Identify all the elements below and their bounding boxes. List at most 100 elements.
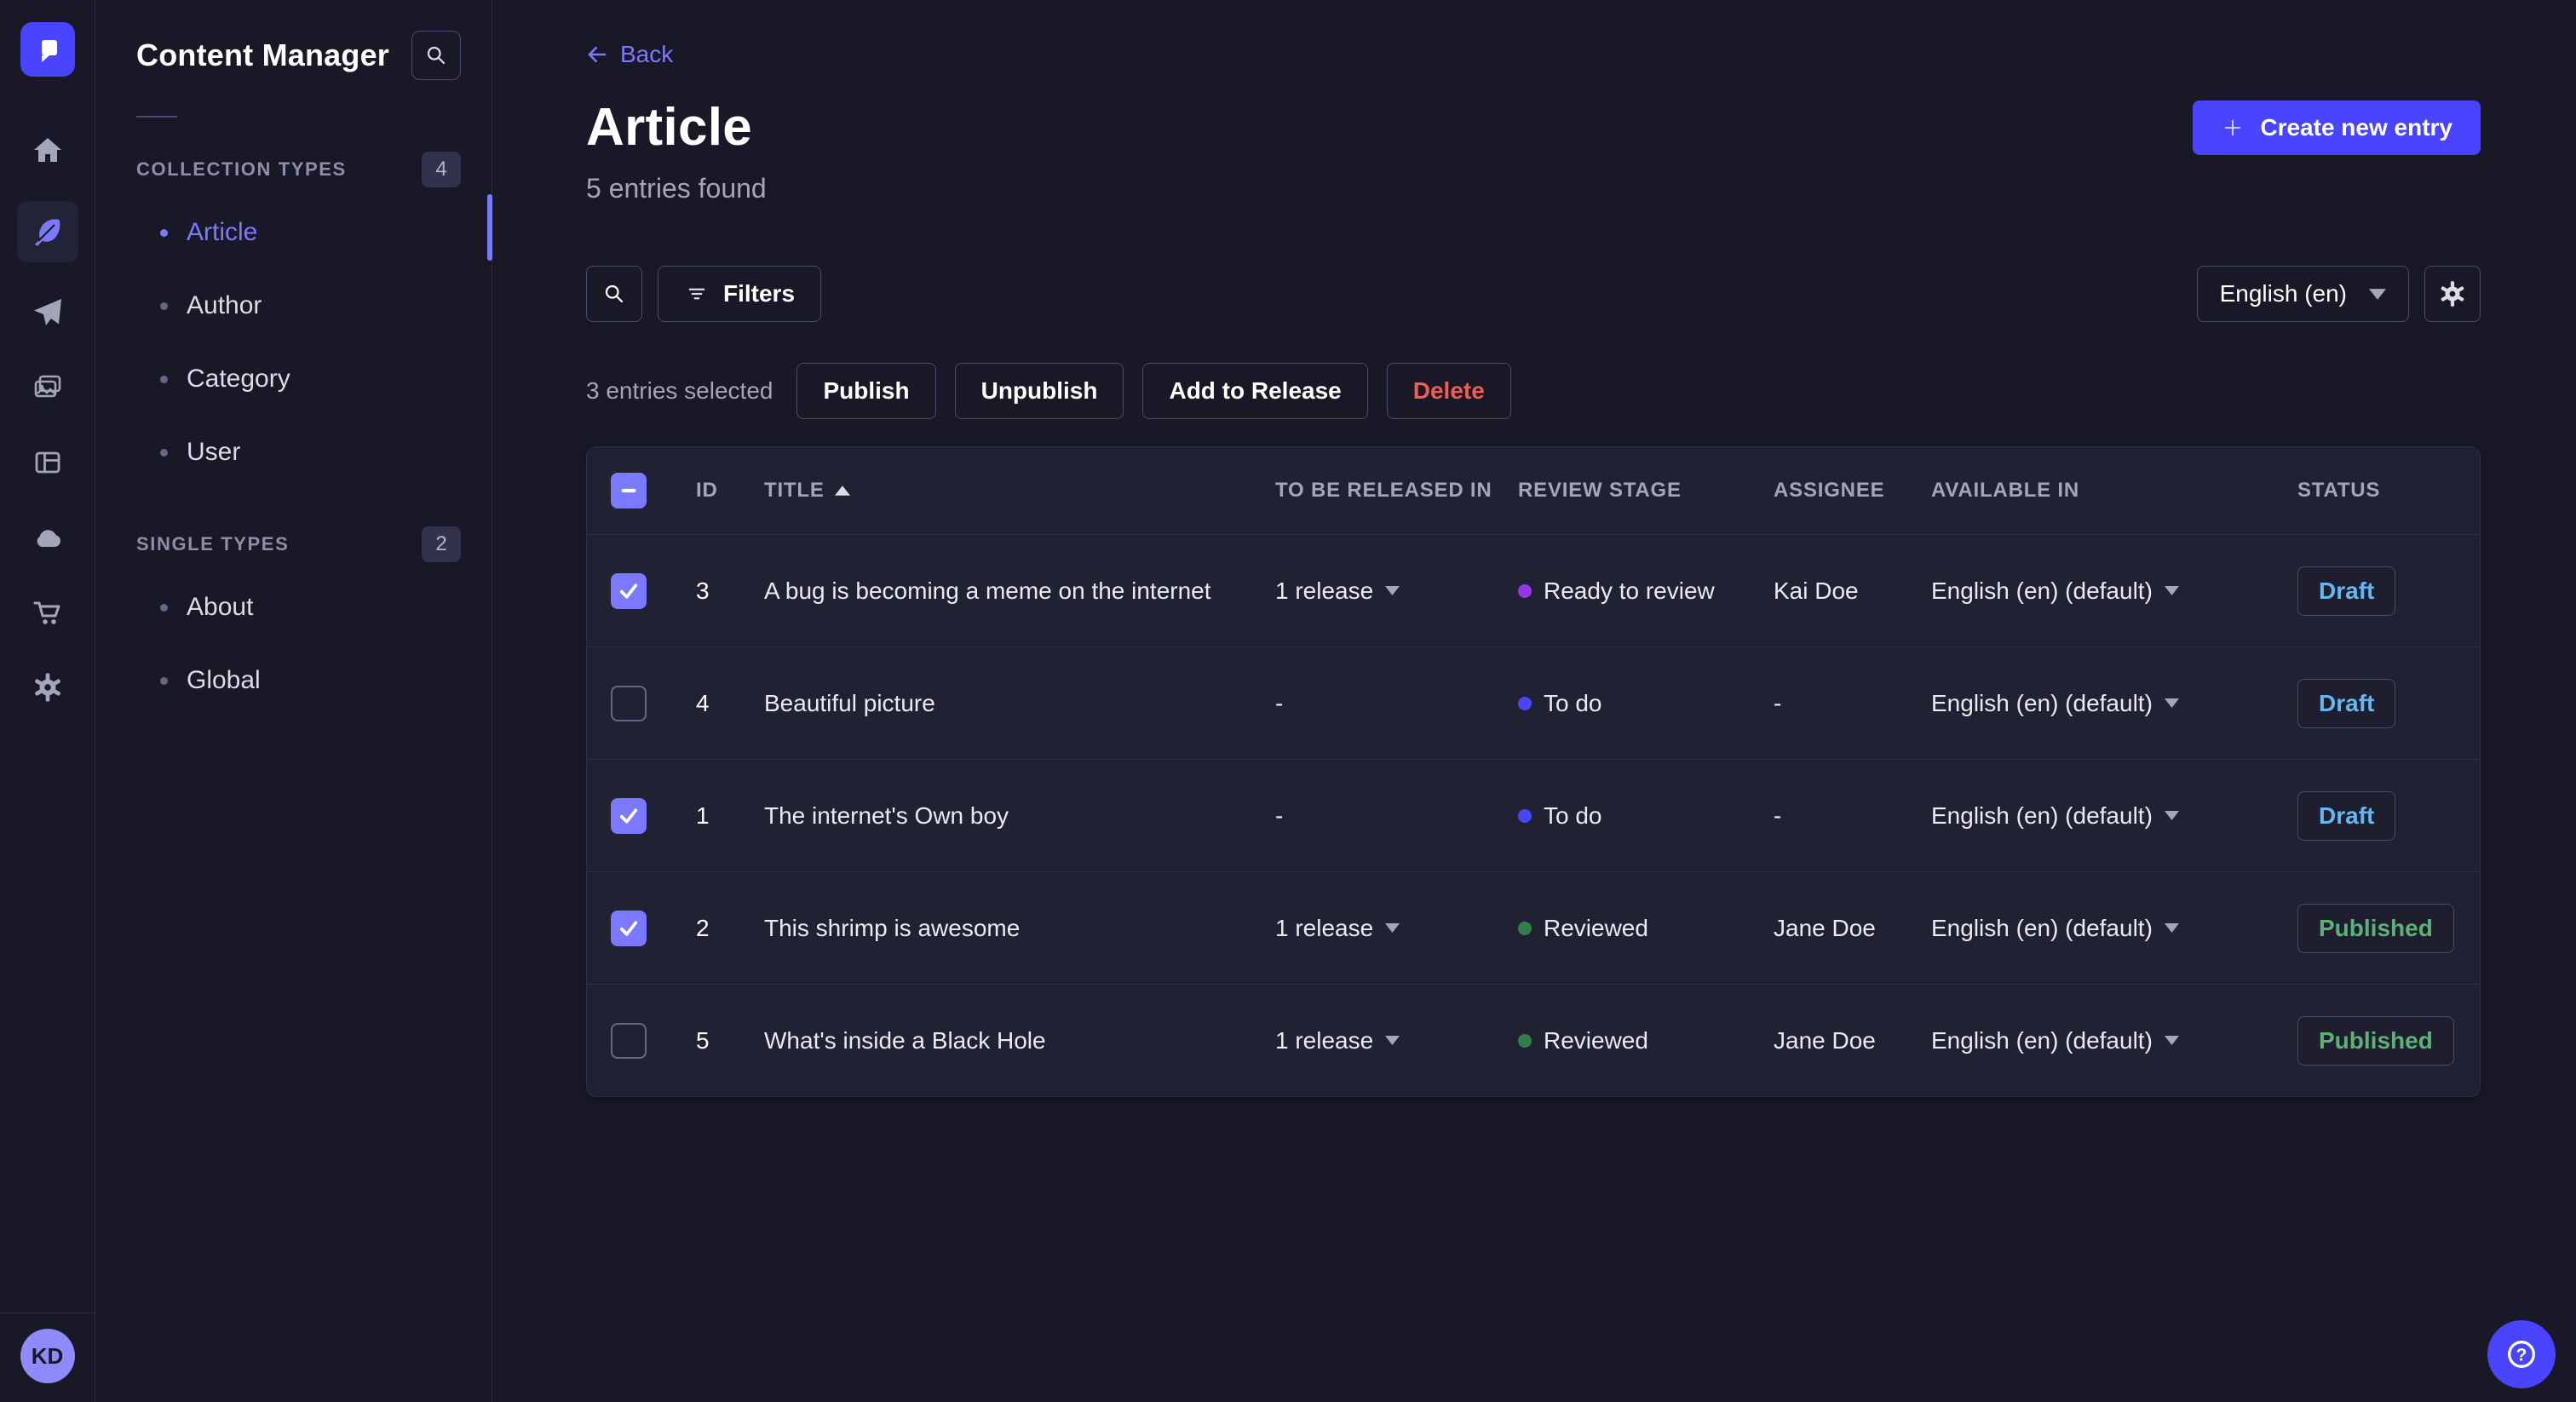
cell-review-stage: Reviewed [1518, 1027, 1774, 1054]
sort-asc-icon [835, 486, 850, 496]
cell-title: What's inside a Black Hole [764, 1026, 1046, 1054]
cell-available-in[interactable]: English (en) (default) [1931, 690, 2297, 717]
main-nav-rail: KD [0, 0, 95, 1402]
media-library-icon[interactable] [17, 363, 78, 412]
view-settings-button[interactable] [2424, 266, 2481, 322]
cell-title: This shrimp is awesome [764, 914, 1021, 941]
chevron-down-icon [2165, 1036, 2179, 1045]
cell-release[interactable]: 1 release [1275, 1027, 1518, 1054]
table-row[interactable]: 5 What's inside a Black Hole 1 release R… [587, 984, 2480, 1096]
marketplace-cart-icon[interactable] [17, 588, 78, 637]
sidebar-item-category[interactable]: Category [136, 342, 461, 416]
rail-nav [16, 126, 78, 712]
search-entries-button[interactable] [586, 266, 642, 322]
cell-review-stage: Ready to review [1518, 577, 1774, 605]
cell-review-stage: Reviewed [1518, 915, 1774, 942]
row-checkbox[interactable] [611, 910, 647, 946]
cell-available-in[interactable]: English (en) (default) [1931, 915, 2297, 942]
stage-dot [1518, 583, 1532, 598]
minus-icon [614, 476, 643, 505]
locale-select[interactable]: English (en) [2196, 266, 2409, 322]
question-icon [2503, 1336, 2540, 1373]
plus-icon [2221, 116, 2245, 140]
chevron-down-icon [1385, 586, 1400, 595]
content-type-builder-icon[interactable] [17, 438, 78, 487]
delete-button[interactable]: Delete [1386, 363, 1511, 419]
content-manager-sidebar: Content Manager COLLECTION TYPES 4 Artic… [95, 0, 492, 1402]
bullet-icon [160, 448, 168, 457]
table-row[interactable]: 3 A bug is becoming a meme on the intern… [587, 534, 2480, 646]
table-row[interactable]: 1 The internet's Own boy - To do - Engli… [587, 759, 2480, 871]
cell-id: 1 [696, 802, 710, 829]
sidebar-item-global[interactable]: Global [136, 644, 461, 717]
publish-button[interactable]: Publish [796, 363, 936, 419]
check-icon [616, 803, 641, 829]
column-header-assignee[interactable]: ASSIGNEE [1774, 479, 1931, 503]
cell-review-stage: To do [1518, 802, 1774, 830]
chevron-down-icon [1385, 1036, 1400, 1045]
single-types-list: About Global [136, 571, 461, 717]
gear-icon [2438, 279, 2467, 308]
sidebar-item-article[interactable]: Article [136, 196, 461, 269]
chevron-down-icon [2369, 289, 2386, 300]
status-badge: Draft [2297, 678, 2396, 728]
check-icon [616, 578, 641, 604]
cell-available-in[interactable]: English (en) (default) [1931, 1027, 2297, 1054]
sidebar-divider [136, 116, 177, 118]
check-icon [616, 916, 641, 941]
back-link[interactable]: Back [586, 41, 673, 68]
content-manager-icon[interactable] [16, 201, 78, 262]
column-header-available[interactable]: AVAILABLE IN [1931, 479, 2297, 503]
column-header-stage[interactable]: REVIEW STAGE [1518, 479, 1774, 503]
stage-dot [1518, 696, 1532, 710]
settings-gear-icon[interactable] [17, 663, 78, 712]
collection-types-list: Article Author Category User [136, 196, 461, 489]
cell-available-in[interactable]: English (en) (default) [1931, 802, 2297, 830]
add-to-release-button[interactable]: Add to Release [1142, 363, 1368, 419]
home-icon[interactable] [17, 126, 78, 175]
table-row[interactable]: 2 This shrimp is awesome 1 release Revie… [587, 871, 2480, 984]
bullet-icon [160, 375, 168, 383]
cell-release[interactable]: 1 release [1275, 577, 1518, 605]
cell-id: 2 [696, 914, 710, 941]
row-checkbox[interactable] [611, 1022, 647, 1059]
stage-dot [1518, 1033, 1532, 1048]
stage-dot [1518, 808, 1532, 823]
column-header-id[interactable]: ID [696, 479, 764, 503]
row-checkbox[interactable] [611, 797, 647, 834]
unpublish-button[interactable]: Unpublish [954, 363, 1124, 419]
table-row[interactable]: 4 Beautiful picture - To do - English (e… [587, 646, 2480, 759]
column-header-status[interactable]: STATUS [2297, 479, 2480, 503]
bullet-icon [160, 676, 168, 685]
cell-release[interactable]: 1 release [1275, 915, 1518, 942]
chevron-down-icon [2165, 923, 2179, 933]
row-checkbox[interactable] [611, 685, 647, 721]
select-all-checkbox[interactable] [611, 473, 647, 509]
cell-title: A bug is becoming a meme on the internet [764, 577, 1211, 604]
sidebar-item-author[interactable]: Author [136, 269, 461, 342]
row-checkbox[interactable] [611, 572, 647, 609]
sidebar-item-about[interactable]: About [136, 571, 461, 644]
selection-count-text: 3 entries selected [586, 377, 773, 404]
create-new-entry-button[interactable]: Create new entry [2193, 101, 2481, 155]
cell-assignee: Kai Doe [1774, 577, 1859, 604]
cell-available-in[interactable]: English (en) (default) [1931, 577, 2297, 605]
deploy-cloud-icon[interactable] [17, 513, 78, 562]
chevron-down-icon [2165, 698, 2179, 708]
sidebar-item-user[interactable]: User [136, 416, 461, 489]
cell-id: 4 [696, 689, 710, 716]
filters-button[interactable]: Filters [658, 266, 822, 322]
column-header-title[interactable]: TITLE [764, 479, 1275, 503]
sidebar-search-button[interactable] [411, 31, 461, 80]
filter-icon [684, 281, 710, 307]
cell-assignee: Jane Doe [1774, 914, 1876, 941]
cell-review-stage: To do [1518, 690, 1774, 717]
chevron-down-icon [2165, 811, 2179, 820]
help-button[interactable] [2487, 1320, 2556, 1388]
column-header-release[interactable]: TO BE RELEASED IN [1275, 479, 1518, 503]
releases-icon[interactable] [17, 288, 78, 337]
cell-release: - [1275, 802, 1284, 829]
status-badge: Published [2297, 1015, 2454, 1066]
strapi-logo[interactable] [20, 22, 75, 77]
user-avatar[interactable]: KD [20, 1329, 75, 1383]
